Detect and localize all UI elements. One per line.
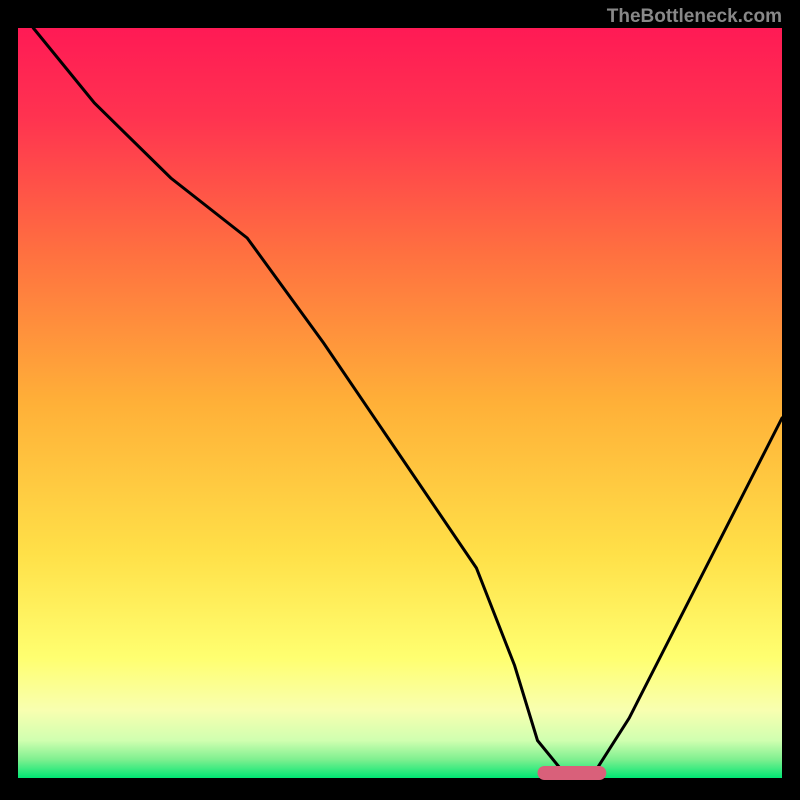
optimal-zone-marker bbox=[538, 766, 607, 780]
watermark-text: TheBottleneck.com bbox=[607, 6, 782, 28]
chart-container: TheBottleneck.com bbox=[0, 0, 800, 800]
bottleneck-chart bbox=[0, 0, 800, 800]
